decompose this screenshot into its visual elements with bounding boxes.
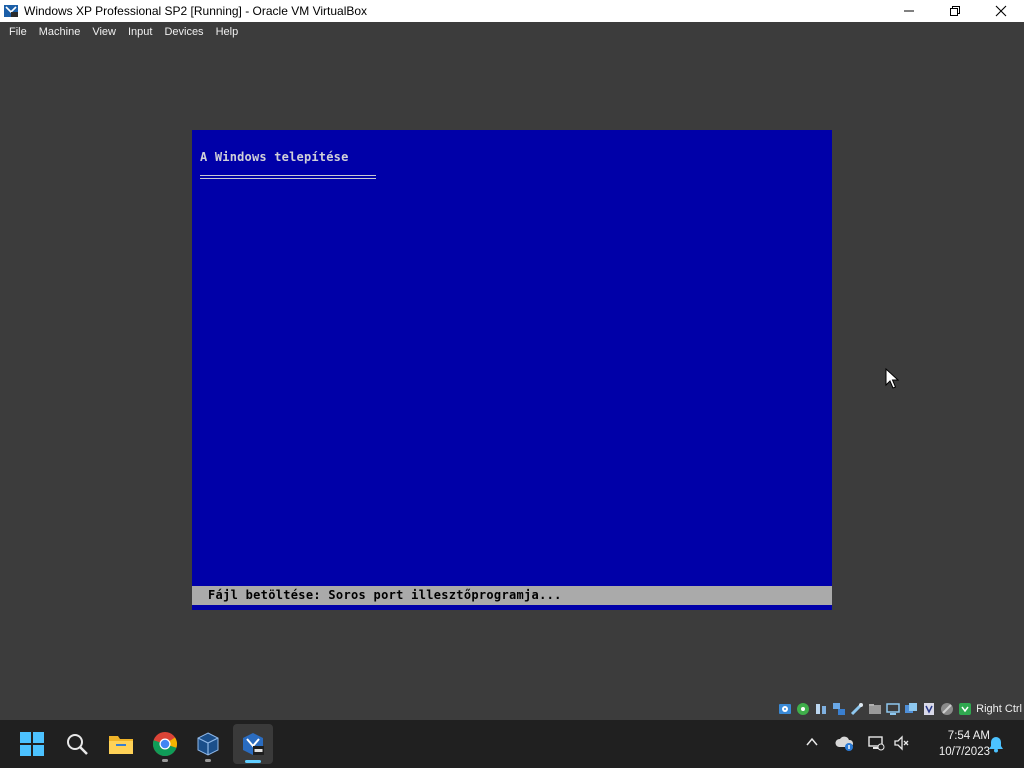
menu-machine[interactable]: Machine	[33, 22, 87, 42]
mouse-cursor-icon	[885, 368, 899, 389]
menu-view[interactable]: View	[86, 22, 122, 42]
clock-date: 10/7/2023	[938, 746, 990, 758]
vbox-status-bar: Right Ctrl	[776, 698, 1024, 720]
virtualbox-vm-button[interactable]	[233, 724, 273, 764]
file-explorer-button[interactable]	[101, 724, 141, 764]
search-icon	[67, 734, 88, 755]
chevron-up-icon[interactable]	[804, 734, 820, 750]
start-button[interactable]	[12, 724, 52, 764]
active-window-indicator	[245, 760, 261, 763]
virtualbox-vm-icon	[243, 733, 264, 755]
close-icon	[995, 5, 1007, 17]
menu-input[interactable]: Input	[122, 22, 158, 42]
virtualbox-manager-icon	[197, 732, 219, 756]
minimize-button[interactable]	[886, 0, 932, 22]
maximize-icon	[950, 6, 960, 16]
chrome-icon	[152, 732, 177, 757]
clock-time: 7:54 AM	[947, 730, 990, 742]
audio-icon[interactable]	[814, 702, 828, 716]
cpu-icon[interactable]	[922, 702, 936, 716]
shared-folders-icon[interactable]	[868, 702, 882, 716]
setup-title-underline	[200, 175, 376, 179]
windows-start-icon	[20, 732, 44, 756]
mouse-integration-icon[interactable]	[940, 702, 954, 716]
search-button[interactable]	[57, 724, 97, 764]
setup-title: A Windows telepítése	[200, 150, 349, 164]
menu-file[interactable]: File	[3, 22, 33, 42]
file-explorer-icon	[109, 736, 133, 754]
host-key-label: Right Ctrl	[976, 703, 1022, 715]
bell-icon[interactable]	[988, 735, 1004, 753]
window-title: Windows XP Professional SP2 [Running] - …	[24, 4, 368, 18]
onedrive-icon[interactable]	[835, 734, 855, 752]
setup-status-text: Fájl betöltése: Soros port illesztőprogr…	[208, 588, 562, 602]
minimize-icon	[904, 10, 914, 12]
vm-display[interactable]: A Windows telepítése Fájl betöltése: Sor…	[192, 130, 832, 610]
chrome-button[interactable]	[145, 724, 185, 764]
network-icon[interactable]	[832, 702, 846, 716]
taskbar-clock[interactable]: 7:54 AM 10/7/2023	[918, 728, 990, 760]
chrome-running-indicator	[162, 759, 168, 762]
virtualbox-xp-icon	[4, 5, 18, 17]
setup-status-bar: Fájl betöltése: Soros port illesztőprogr…	[192, 586, 832, 605]
hard-disk-icon[interactable]	[778, 702, 792, 716]
window-titlebar[interactable]: Windows XP Professional SP2 [Running] - …	[0, 0, 1024, 22]
menu-help[interactable]: Help	[210, 22, 245, 42]
close-button[interactable]	[978, 0, 1024, 22]
host-key-icon[interactable]	[958, 702, 972, 716]
video-capture-icon[interactable]	[904, 702, 918, 716]
virtualbox-running-indicator	[205, 759, 211, 762]
usb-icon[interactable]	[850, 702, 864, 716]
volume-muted-icon[interactable]	[893, 734, 911, 752]
display-icon[interactable]	[886, 702, 900, 716]
optical-drive-icon[interactable]	[796, 702, 810, 716]
menu-bar: File Machine View Input Devices Help	[0, 22, 1024, 42]
network-icon[interactable]	[867, 734, 885, 752]
maximize-button[interactable]	[932, 0, 978, 22]
menu-devices[interactable]: Devices	[158, 22, 209, 42]
virtualbox-manager-button[interactable]	[188, 724, 228, 764]
